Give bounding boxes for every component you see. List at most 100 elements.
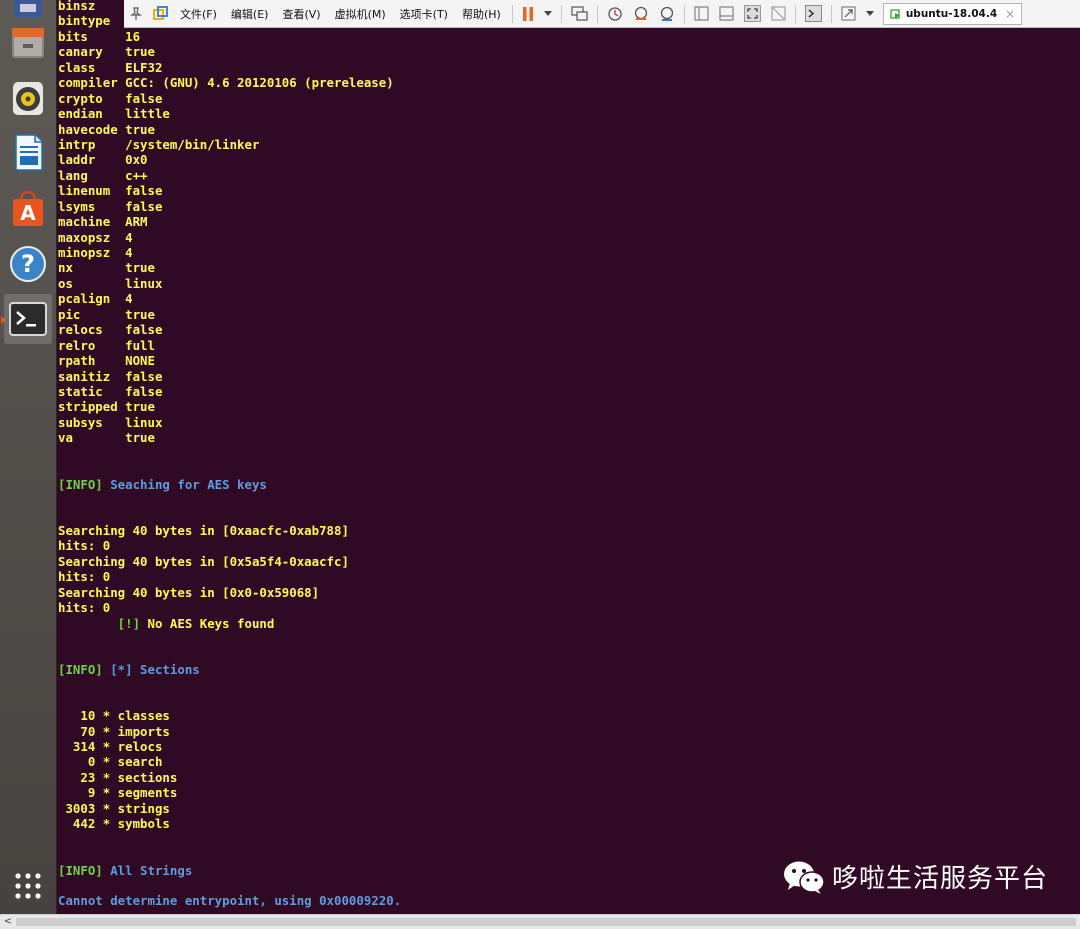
terminal-line: [!] No AES Keys found <box>58 616 401 631</box>
thumbnail-view-icon[interactable] <box>714 0 739 27</box>
terminal-line: Cannot determine entrypoint, using 0x000… <box>58 893 402 909</box>
menu-file[interactable]: 文件(F) <box>173 6 224 22</box>
scrollbar-thumb[interactable] <box>16 918 1076 926</box>
terminal-lines: binsz bintype bits 16 canary true class ELF3… <box>58 0 401 909</box>
menu-tabs[interactable]: 选项卡(T) <box>393 6 455 22</box>
terminal-line: rpath NONE <box>58 353 155 369</box>
show-apps-icon[interactable] <box>4 862 52 910</box>
terminal-line: subsys linux <box>58 414 163 430</box>
terminal-line: os linux <box>58 275 163 291</box>
rhythmbox-icon[interactable] <box>4 74 52 122</box>
terminal-line: 442 * symbols <box>58 816 170 832</box>
tab-vm-ubuntu[interactable]: ubuntu-18.04.4 × <box>882 2 1023 25</box>
terminal-segment: [INFO] <box>58 476 111 492</box>
terminal-line: hits: 0 <box>58 569 111 585</box>
terminal-line: relro full <box>58 337 155 353</box>
terminal-line: maxopsz 4 <box>58 229 133 245</box>
terminal-line: intrp /system/bin/linker <box>58 136 260 152</box>
terminal-line: 314 * relocs <box>58 739 163 754</box>
terminal-segment: [INFO] <box>58 661 111 677</box>
terminal-line: 9 * segments <box>58 785 178 801</box>
menu-view[interactable]: 查看(V) <box>275 6 327 22</box>
terminal-line: 10 * classes <box>58 708 170 724</box>
horizontal-scrollbar[interactable]: < <box>0 914 1080 929</box>
menu-help[interactable]: 帮助(H) <box>455 6 508 22</box>
svg-text:?: ? <box>21 250 35 278</box>
terminal-line: Searching 40 bytes in [0x0-0x59068] <box>58 584 320 600</box>
vmware-toolbar: 文件(F) 编辑(E) 查看(V) 虚拟机(M) 选项卡(T) 帮助(H) ub… <box>124 0 1080 28</box>
menu-edit[interactable]: 编辑(E) <box>224 6 276 22</box>
unity-mode-icon[interactable] <box>766 0 791 27</box>
vm-running-icon <box>890 8 900 19</box>
terminal-line: [INFO] All Strings <box>58 863 401 878</box>
terminal-line: sanitiz false <box>58 368 163 384</box>
terminal-line: 0 * search <box>58 754 163 770</box>
stretch-guest-icon[interactable] <box>836 0 861 27</box>
terminal-line: [INFO] [*] Sections <box>58 662 401 677</box>
terminal-output[interactable]: binsz bintype bits 16 canary true class ELF3… <box>58 0 1080 914</box>
terminal-line: compiler GCC: (GNU) 4.6 20120106 (prerel… <box>58 75 394 91</box>
chevron-down-icon[interactable] <box>539 0 557 27</box>
terminal-segment: [INFO] <box>58 862 111 878</box>
menu-vm[interactable]: 虚拟机(M) <box>328 6 393 22</box>
help-icon[interactable]: ? <box>4 240 52 288</box>
library-view-icon[interactable] <box>689 0 714 27</box>
toolbar-divider <box>511 4 513 23</box>
terminal-line: crypto false <box>58 90 163 106</box>
fullscreen-icon[interactable] <box>739 0 766 27</box>
terminal-line: linenum false <box>58 183 163 199</box>
terminal-segment: Seaching for AES keys <box>110 476 267 492</box>
terminal-line: Searching 40 bytes in [0xaacfc-0xab788] <box>58 522 349 538</box>
terminal-line: pic true <box>58 306 155 322</box>
send-ctrl-alt-del-icon[interactable] <box>566 0 593 27</box>
terminal-segment: No AES Keys found <box>147 615 275 631</box>
terminal-line: 3003 * strings <box>58 800 170 816</box>
terminal-line: nx true <box>58 260 155 276</box>
pause-icon[interactable] <box>517 0 539 27</box>
toolbar-divider <box>560 4 562 23</box>
writer-icon[interactable] <box>4 128 52 176</box>
scroll-left-arrow[interactable]: < <box>2 915 14 929</box>
terminal-line: stripped true <box>58 399 155 415</box>
terminal-line: [INFO] Seaching for AES keys <box>58 477 401 492</box>
svg-text:A: A <box>20 201 36 225</box>
snapshot-manager-icon[interactable] <box>654 0 680 27</box>
terminal-line: hits: 0 <box>58 538 111 554</box>
terminal-line: pcalign 4 <box>58 291 133 307</box>
close-icon[interactable]: × <box>1005 7 1015 21</box>
terminal-line: lang c++ <box>58 167 148 183</box>
revert-snapshot-icon[interactable] <box>628 0 654 27</box>
console-view-icon[interactable] <box>800 0 827 27</box>
terminal-line: va true <box>58 430 155 446</box>
terminal-icon[interactable] <box>4 294 52 344</box>
toolbar-divider <box>596 4 598 23</box>
terminal-line: static false <box>58 383 163 399</box>
terminal-line: endian little <box>58 106 170 122</box>
terminal-line: havecode true <box>58 121 155 137</box>
vmware-logo-icon[interactable] <box>148 0 173 27</box>
pin-icon[interactable] <box>124 0 148 27</box>
terminal-line: minopsz 4 <box>58 245 133 260</box>
terminal-line: hits: 0 <box>58 600 111 616</box>
toolbar-divider <box>794 4 796 23</box>
terminal-segment: All Strings <box>110 862 193 878</box>
software-center-icon[interactable]: A <box>4 184 52 232</box>
chevron-down-icon[interactable] <box>861 0 879 27</box>
terminal-line: bits 16 <box>58 28 141 44</box>
snapshot-icon[interactable] <box>602 0 628 27</box>
terminal-line: lsyms false <box>58 198 163 214</box>
terminal-line: Searching 40 bytes in [0x5a5f4-0xaacfc] <box>58 553 349 569</box>
files-icon[interactable] <box>4 18 52 66</box>
launcher-dock: A ? <box>0 0 57 915</box>
vm-tab-label: ubuntu-18.04.4 <box>905 7 998 20</box>
